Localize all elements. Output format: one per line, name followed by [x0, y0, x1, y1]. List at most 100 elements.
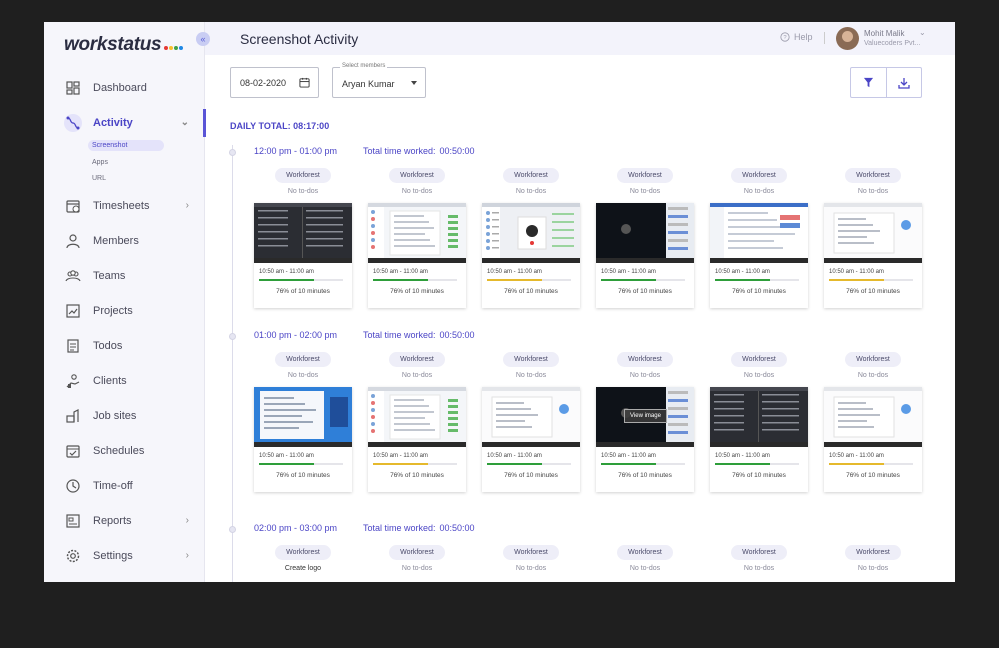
svg-text:?: ?: [783, 35, 787, 41]
screenshot-thumbnail[interactable]: [368, 387, 466, 447]
sidebar-item-timesheets[interactable]: Timesheets ›: [44, 188, 205, 223]
project-tag[interactable]: Workforest: [275, 352, 331, 367]
screenshot-thumbnail[interactable]: [710, 387, 808, 447]
sidebar-item-reports[interactable]: Reports ›: [44, 503, 205, 538]
sidebar-item-dashboard[interactable]: Dashboard: [44, 70, 205, 105]
sidebar-item-settings[interactable]: Settings ›: [44, 538, 205, 573]
screenshot-tile[interactable]: 10:50 am - 11:00 am 76% of 10 minutes: [254, 387, 352, 492]
timeoff-icon: [64, 477, 82, 495]
project-tag[interactable]: Workforest: [389, 545, 445, 560]
download-button[interactable]: [887, 68, 922, 97]
project-tag[interactable]: Workforest: [845, 545, 901, 560]
project-tag[interactable]: Workforest: [389, 352, 445, 367]
submenu-item-url[interactable]: URL: [92, 172, 205, 188]
activity-progress-fill: [259, 463, 314, 465]
screenshot-tile[interactable]: View image 10:50 am - 11:00 am 76% of 10 m…: [596, 387, 694, 492]
sidebar-item-projects[interactable]: Projects: [44, 293, 205, 328]
project-tag[interactable]: Workforest: [845, 168, 901, 183]
screenshot-thumbnail[interactable]: [824, 387, 922, 447]
sidebar-item-label: Settings: [93, 549, 133, 562]
date-picker[interactable]: 08-02-2020: [230, 67, 319, 98]
sidebar-item-todos[interactable]: Todos: [44, 328, 205, 363]
activity-progress-bar: [259, 279, 343, 281]
activity-progress-bar: [373, 279, 457, 281]
project-tag[interactable]: Workforest: [617, 352, 673, 367]
screenshot-thumbnail[interactable]: View image: [596, 387, 694, 447]
todo-label: No to-dos: [629, 565, 661, 572]
screenshot-thumbnail[interactable]: [482, 203, 580, 263]
chevron-icon[interactable]: ›: [186, 515, 189, 526]
project-tag[interactable]: Workforest: [275, 168, 331, 183]
screenshot-tile[interactable]: 10:50 am - 11:00 am 76% of 10 minutes: [824, 203, 922, 308]
project-tag[interactable]: Workforest: [389, 168, 445, 183]
activity-progress-bar: [259, 463, 343, 465]
screenshot-thumbnail[interactable]: [368, 203, 466, 263]
help-link[interactable]: ? Help: [780, 32, 813, 42]
project-tag[interactable]: Workforest: [845, 352, 901, 367]
filter-button[interactable]: [851, 68, 887, 97]
sidebar-item-job-sites[interactable]: Job sites: [44, 398, 205, 433]
project-tag[interactable]: Workforest: [503, 168, 559, 183]
user-name[interactable]: Mohit Malik: [864, 29, 904, 38]
sidebar-item-teams[interactable]: Teams: [44, 258, 205, 293]
chevron-down-icon[interactable]: ⌄: [919, 28, 926, 37]
project-tag[interactable]: Workforest: [275, 545, 331, 560]
timeline-dot: [229, 526, 236, 533]
screenshot-thumbnail[interactable]: [254, 203, 352, 263]
sidebar-item-clients[interactable]: Clients: [44, 363, 205, 398]
activity-progress-bar: [601, 463, 685, 465]
sidebar-item-schedules[interactable]: Schedules: [44, 433, 205, 468]
chevron-icon[interactable]: ›: [186, 200, 189, 211]
screenshot-card: Workforest No to-dos: [710, 545, 808, 575]
activity-percent: 76% of 10 minutes: [390, 288, 444, 295]
screenshot-time: 10:50 am - 11:00 am: [487, 269, 542, 275]
activity-progress-fill: [259, 279, 314, 281]
submenu-item-apps[interactable]: Apps: [92, 156, 205, 172]
project-tag[interactable]: Workforest: [503, 352, 559, 367]
activity-progress-fill: [373, 279, 428, 281]
screenshot-card: Workforest No to-dos 10:50 am - 11:00 am 76…: [824, 352, 922, 492]
project-tag[interactable]: Workforest: [617, 545, 673, 560]
sidebar-item-time-off[interactable]: Time-off: [44, 468, 205, 503]
collapse-sidebar-icon[interactable]: «: [196, 32, 210, 46]
screenshot-tile[interactable]: 10:50 am - 11:00 am 76% of 10 minutes: [368, 387, 466, 492]
screenshot-thumbnail[interactable]: [482, 387, 580, 447]
member-select[interactable]: Select members Aryan Kumar: [332, 63, 426, 98]
project-tag[interactable]: Workforest: [731, 352, 787, 367]
screenshot-thumbnail[interactable]: [254, 387, 352, 447]
project-tag[interactable]: Workforest: [731, 168, 787, 183]
app-window: workstatus Dashboard Activity ⌄ Screenshot A…: [44, 22, 955, 582]
screenshot-tile[interactable]: 10:50 am - 11:00 am 76% of 10 minutes: [482, 387, 580, 492]
view-image-button[interactable]: View image: [624, 409, 667, 423]
screenshot-thumbnail[interactable]: [824, 203, 922, 263]
sidebar-item-activity[interactable]: Activity ⌄: [44, 105, 206, 140]
screenshot-tile[interactable]: 10:50 am - 11:00 am 76% of 10 minutes: [824, 387, 922, 492]
sidebar-item-members[interactable]: Members: [44, 223, 205, 258]
calendar-icon[interactable]: [299, 77, 310, 88]
submenu-item-screenshot[interactable]: Screenshot: [88, 140, 164, 151]
screenshot-tile[interactable]: 10:50 am - 11:00 am 76% of 10 minutes: [710, 387, 808, 492]
screenshot-tile[interactable]: 10:50 am - 11:00 am 76% of 10 minutes: [368, 203, 466, 308]
section-total: Total time worked: 00:50:00: [363, 330, 475, 340]
chevron-icon[interactable]: ⌄: [181, 117, 189, 128]
project-tag[interactable]: Workforest: [503, 545, 559, 560]
screenshot-tile[interactable]: 10:50 am - 11:00 am 76% of 10 minutes: [596, 203, 694, 308]
activity-progress-fill: [487, 279, 542, 281]
logo[interactable]: workstatus: [64, 34, 184, 56]
screenshot-tile[interactable]: 10:50 am - 11:00 am 76% of 10 minutes: [482, 203, 580, 308]
screenshot-thumbnail[interactable]: [710, 203, 808, 263]
screenshot-card: Workforest No to-dos 10:50 am - 11:00 am 76…: [254, 168, 352, 308]
main-content: Screenshot Activity ? Help Mohit Malik V…: [205, 22, 955, 582]
chevron-icon[interactable]: ›: [186, 550, 189, 561]
project-tag[interactable]: Workforest: [617, 168, 673, 183]
todo-label: No to-dos: [743, 565, 775, 572]
avatar[interactable]: [836, 27, 859, 50]
logo-dot: [179, 46, 184, 50]
activity-percent: 76% of 10 minutes: [390, 472, 444, 479]
screenshot-tile[interactable]: 10:50 am - 11:00 am 76% of 10 minutes: [710, 203, 808, 308]
screenshot-thumbnail[interactable]: [596, 203, 694, 263]
screenshot-tile[interactable]: 10:50 am - 11:00 am 76% of 10 minutes: [254, 203, 352, 308]
screenshot-time: 10:50 am - 11:00 am: [601, 453, 656, 459]
todo-label: No to-dos: [401, 372, 433, 379]
project-tag[interactable]: Workforest: [731, 545, 787, 560]
